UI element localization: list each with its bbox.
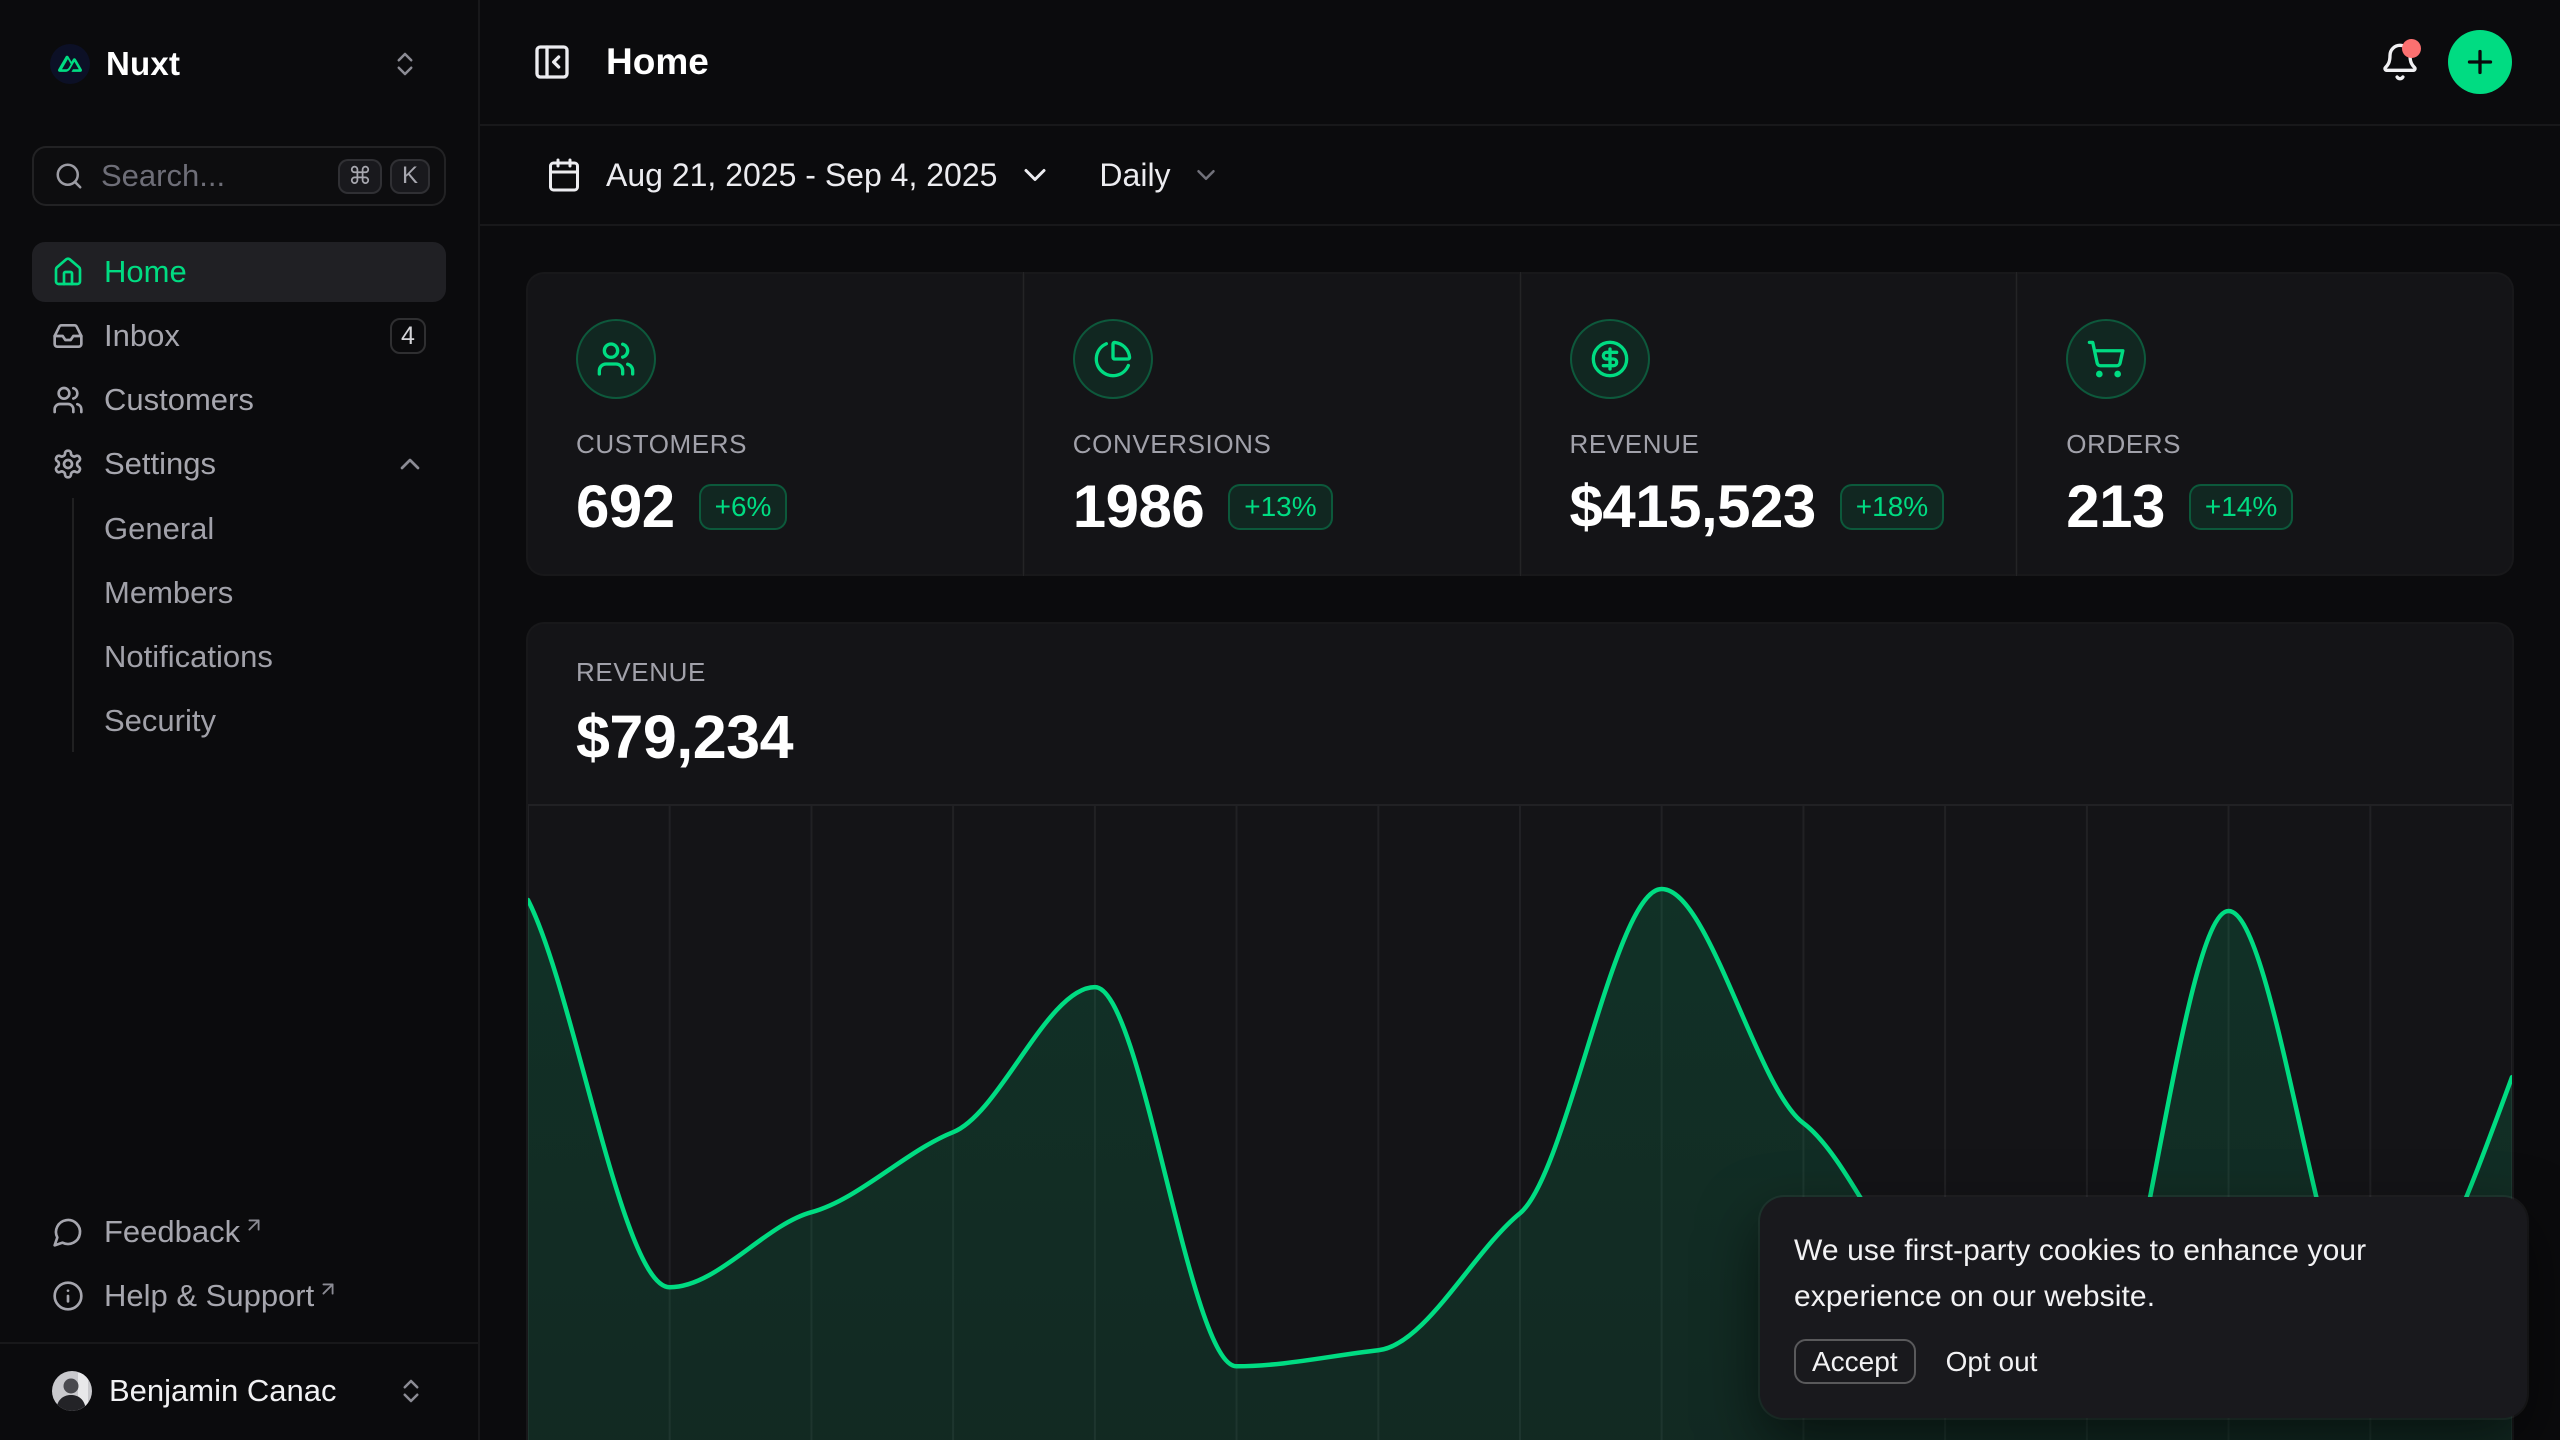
collapse-sidebar-button[interactable] (532, 42, 572, 82)
stat-label: REVENUE (1570, 429, 1968, 460)
help-support-link[interactable]: Help & Support (32, 1266, 446, 1326)
sidebar-item-inbox[interactable]: Inbox 4 (32, 306, 446, 366)
stat-card-customers[interactable]: CUSTOMERS 692 +6% (528, 274, 1022, 574)
accept-button[interactable]: Accept (1794, 1339, 1916, 1384)
header-actions (2380, 30, 2512, 94)
notification-dot (2402, 39, 2421, 58)
circle-dollar-sign-badge (1570, 319, 1650, 399)
stat-label: ORDERS (2066, 429, 2464, 460)
sidebar-item-notifications[interactable]: Notifications (104, 625, 446, 689)
cookie-actions: Accept Opt out (1794, 1339, 2493, 1384)
stat-value: 692 (576, 472, 675, 541)
users-badge (576, 319, 656, 399)
users-icon (596, 339, 636, 379)
message-circle-icon (52, 1216, 84, 1248)
house-icon (52, 256, 84, 288)
kbd-cmd: ⌘ (338, 159, 382, 194)
shopping-cart-badge (2066, 319, 2146, 399)
cookie-toast: We use first-party cookies to enhance yo… (1760, 1197, 2527, 1418)
link-label: Help & Support (104, 1278, 314, 1314)
inbox-icon (52, 320, 84, 352)
sidebar-spacer (32, 753, 446, 1202)
chart-pie-badge (1073, 319, 1153, 399)
sidebar-item-general[interactable]: General (104, 497, 446, 561)
nuxt-logo-icon (50, 44, 90, 84)
stat-card-revenue[interactable]: REVENUE $415,523 +18% (1522, 274, 2016, 574)
chevron-down-icon (1017, 157, 1053, 193)
user-name: Benjamin Canac (109, 1373, 336, 1409)
stat-card-orders[interactable]: ORDERS 213 +14% (2018, 274, 2512, 574)
chart-title: REVENUE (576, 657, 2464, 688)
arrow-up-right-icon (317, 1278, 339, 1300)
add-button[interactable] (2448, 30, 2512, 94)
stat-delta-badge: +14% (2189, 484, 2293, 530)
team-name: Nuxt (106, 45, 180, 83)
app-root: Nuxt Search... ⌘ K Home Inbox 4 Customer… (0, 0, 2560, 1440)
user-menu[interactable]: Benjamin Canac (32, 1360, 446, 1422)
opt-out-button[interactable]: Opt out (1946, 1346, 2038, 1378)
chart-current-value: $79,234 (576, 702, 2464, 772)
chevron-down-icon (1191, 160, 1221, 190)
chevron-up-icon (394, 448, 426, 480)
avatar (52, 1371, 92, 1411)
sidebar-nav: Home Inbox 4 Customers Settings (32, 242, 446, 494)
link-label: Feedback (104, 1214, 240, 1250)
settings-icon (52, 448, 84, 480)
chart-header: REVENUE $79,234 (528, 624, 2512, 806)
arrow-up-right-icon (243, 1214, 265, 1236)
chevrons-up-down-icon (390, 49, 420, 79)
sidebar-item-label: Settings (104, 446, 216, 482)
sidebar: Nuxt Search... ⌘ K Home Inbox 4 Customer… (0, 0, 480, 1440)
sidebar-item-label: Home (104, 254, 187, 290)
stat-label: CUSTOMERS (576, 429, 974, 460)
stat-value: 213 (2066, 472, 2165, 541)
period-label: Daily (1099, 157, 1170, 194)
page-header: Home (480, 0, 2560, 126)
shopping-cart-icon (2086, 339, 2126, 379)
plus-icon (2462, 44, 2498, 80)
date-range-picker[interactable]: Aug 21, 2025 - Sep 4, 2025 (528, 139, 1069, 211)
inbox-count-badge: 4 (390, 318, 426, 354)
search-placeholder: Search... (101, 158, 330, 194)
stat-label: CONVERSIONS (1073, 429, 1471, 460)
chart-pie-icon (1093, 339, 1133, 379)
kbd-k: K (390, 159, 430, 194)
stat-delta-badge: +18% (1840, 484, 1944, 530)
circle-dollar-sign-icon (1590, 339, 1630, 379)
sidebar-footer-links: Feedback Help & Support (32, 1202, 446, 1326)
search-icon (54, 161, 84, 191)
sidebar-item-home[interactable]: Home (32, 242, 446, 302)
team-switcher[interactable]: Nuxt (32, 36, 446, 92)
date-range-label: Aug 21, 2025 - Sep 4, 2025 (606, 157, 997, 194)
stats-grid: CUSTOMERS 692 +6% CONVERSIONS 1986 +13% REVENU… (528, 274, 2512, 574)
period-select[interactable]: Daily (1083, 139, 1236, 211)
stat-delta-badge: +6% (699, 484, 788, 530)
sidebar-user-section: Benjamin Canac (0, 1342, 478, 1440)
calendar-icon (546, 157, 582, 193)
notifications-button[interactable] (2380, 42, 2420, 82)
cookie-message: We use first-party cookies to enhance yo… (1794, 1228, 2493, 1320)
sidebar-item-label: Customers (104, 382, 254, 418)
stat-card-conversions[interactable]: CONVERSIONS 1986 +13% (1025, 274, 1519, 574)
chevrons-up-down-icon (396, 1376, 426, 1406)
feedback-link[interactable]: Feedback (32, 1202, 446, 1262)
stat-value: 1986 (1073, 472, 1204, 541)
sidebar-item-label: Inbox (104, 318, 180, 354)
sidebar-item-security[interactable]: Security (104, 689, 446, 753)
settings-children: General Members Notifications Security (32, 497, 446, 753)
search-input[interactable]: Search... ⌘ K (32, 146, 446, 206)
filters-toolbar: Aug 21, 2025 - Sep 4, 2025 Daily (480, 126, 2560, 226)
sidebar-item-customers[interactable]: Customers (32, 370, 446, 430)
page-title: Home (606, 41, 709, 83)
stat-delta-badge: +13% (1228, 484, 1332, 530)
stat-value: $415,523 (1570, 472, 1816, 541)
users-icon (52, 384, 84, 416)
sidebar-item-members[interactable]: Members (104, 561, 446, 625)
sidebar-item-settings[interactable]: Settings (32, 434, 446, 494)
info-icon (52, 1280, 84, 1312)
